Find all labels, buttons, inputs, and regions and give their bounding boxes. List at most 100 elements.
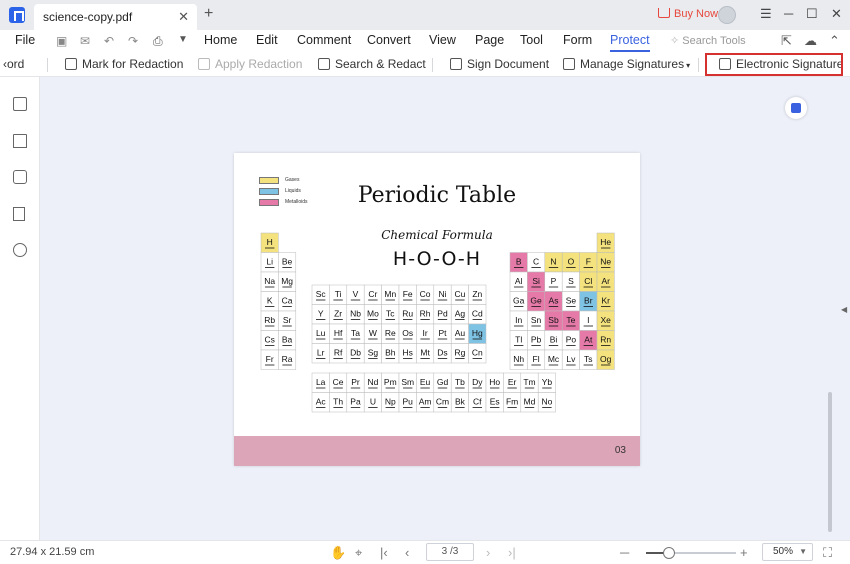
search-redact-button[interactable]: Search & Redact bbox=[318, 57, 426, 71]
menu-comment[interactable]: Comment bbox=[297, 33, 351, 47]
minimize-icon[interactable]: ─ bbox=[784, 6, 793, 21]
zoom-out-icon[interactable]: ─ bbox=[620, 545, 629, 560]
account-icon[interactable]: ☰ bbox=[760, 6, 772, 22]
undo-icon[interactable]: ↶ bbox=[104, 34, 114, 48]
element-cell: Ce bbox=[329, 372, 348, 393]
element-symbol: Ga bbox=[513, 296, 525, 306]
zoom-in-icon[interactable]: + bbox=[740, 545, 748, 560]
expand-right-panel-icon[interactable]: ◀ bbox=[841, 305, 847, 314]
apply-redaction-button[interactable]: Apply Redaction bbox=[198, 57, 302, 71]
menu-file[interactable]: File bbox=[15, 33, 35, 47]
element-symbol: Nb bbox=[350, 309, 361, 319]
element-symbol: Ba bbox=[282, 335, 293, 345]
element-cell: Li bbox=[260, 252, 279, 273]
element-cell: Fe bbox=[398, 284, 417, 305]
cloud-upload-icon[interactable]: ☁ bbox=[804, 33, 817, 49]
close-window-icon[interactable]: ✕ bbox=[831, 6, 842, 22]
element-cell: Nh bbox=[509, 349, 528, 370]
element-symbol: Ar bbox=[601, 276, 610, 286]
print-icon[interactable]: ⎙ bbox=[153, 34, 163, 49]
document-canvas[interactable]: ◀ Gases Liquids Metalloids Periodic Tabl… bbox=[40, 77, 850, 540]
maximize-icon[interactable]: ☐ bbox=[806, 6, 818, 22]
menu-form[interactable]: Form bbox=[563, 33, 592, 47]
element-cell: No bbox=[537, 392, 556, 413]
element-symbol: F bbox=[586, 257, 591, 267]
menu-page[interactable]: Page bbox=[475, 33, 504, 47]
ribbon-scroll-back-button[interactable]: ‹ord bbox=[3, 57, 24, 71]
element-cell: Si bbox=[527, 271, 546, 292]
user-avatar-icon[interactable] bbox=[718, 6, 736, 24]
mark-redaction-icon bbox=[65, 58, 77, 70]
element-cell: Al bbox=[509, 271, 528, 292]
lightbulb-icon: ✧ bbox=[670, 35, 683, 47]
customize-dropdown-icon[interactable]: ▼ bbox=[178, 34, 188, 45]
menu-view[interactable]: View bbox=[429, 33, 456, 47]
element-symbol: Fe bbox=[403, 289, 413, 299]
select-tool-icon[interactable]: ⌖ bbox=[355, 545, 362, 561]
sign-document-button[interactable]: Sign Document bbox=[450, 57, 549, 71]
mark-for-redaction-button[interactable]: Mark for Redaction bbox=[65, 57, 183, 71]
element-symbol: Fl bbox=[533, 354, 540, 364]
next-page-icon[interactable]: › bbox=[486, 545, 490, 560]
element-symbol: Md bbox=[524, 397, 536, 407]
attachment-icon[interactable] bbox=[13, 207, 25, 221]
save-icon[interactable]: ▣ bbox=[56, 34, 67, 48]
first-page-icon[interactable]: |‹ bbox=[380, 545, 388, 560]
menu-tool[interactable]: Tool bbox=[520, 33, 543, 47]
element-cell: Na bbox=[260, 271, 279, 292]
chevron-down-icon: ▼ bbox=[799, 547, 807, 556]
element-symbol: Tm bbox=[523, 377, 535, 387]
element-symbol: Pm bbox=[384, 377, 397, 387]
zoom-slider-thumb[interactable] bbox=[662, 547, 675, 559]
element-symbol: Lv bbox=[566, 354, 576, 364]
mail-icon[interactable]: ✉ bbox=[80, 34, 90, 48]
element-symbol: Cm bbox=[436, 397, 449, 407]
element-cell: Sg bbox=[363, 343, 382, 364]
element-cell: B bbox=[509, 252, 528, 273]
element-cell: Gd bbox=[433, 372, 452, 393]
element-symbol: Np bbox=[385, 397, 396, 407]
element-symbol: Am bbox=[419, 397, 432, 407]
element-cell: Mg bbox=[278, 271, 297, 292]
mark-for-redaction-label: Mark for Redaction bbox=[82, 57, 184, 71]
document-tab[interactable]: science-copy.pdf ✕ bbox=[34, 4, 197, 30]
menu-protect[interactable]: Protect bbox=[610, 33, 650, 47]
element-cell: Nb bbox=[346, 304, 365, 325]
close-tab-icon[interactable]: ✕ bbox=[178, 9, 189, 25]
zoom-slider[interactable] bbox=[646, 547, 736, 559]
comment-icon[interactable] bbox=[13, 170, 27, 184]
vertical-scrollbar[interactable] bbox=[828, 392, 832, 532]
hand-tool-icon[interactable]: ✋ bbox=[330, 545, 346, 561]
element-symbol: Rf bbox=[334, 348, 343, 358]
menu-home[interactable]: Home bbox=[204, 33, 237, 47]
element-symbol: Es bbox=[490, 397, 500, 407]
element-cell: Db bbox=[346, 343, 365, 364]
new-tab-icon[interactable]: + bbox=[204, 5, 213, 23]
pdf-page[interactable]: Gases Liquids Metalloids Periodic Table … bbox=[234, 153, 640, 466]
menu-convert[interactable]: Convert bbox=[367, 33, 411, 47]
sign-document-icon bbox=[450, 58, 462, 70]
redo-icon[interactable]: ↷ bbox=[128, 34, 138, 48]
search-icon[interactable] bbox=[13, 243, 27, 257]
previous-page-icon[interactable]: ‹ bbox=[405, 545, 409, 560]
page-number-input[interactable]: 3 /3 bbox=[426, 543, 474, 561]
buy-now-link[interactable]: Buy Now bbox=[658, 8, 718, 20]
last-page-icon[interactable]: ›| bbox=[508, 545, 516, 560]
share-icon[interactable]: ⇱ bbox=[781, 33, 792, 49]
element-cell: Ds bbox=[433, 343, 452, 364]
bookmark-icon[interactable] bbox=[13, 134, 27, 148]
menu-edit[interactable]: Edit bbox=[256, 33, 278, 47]
element-cell: Fl bbox=[527, 349, 546, 370]
manage-signatures-button[interactable]: Manage Signatures ▾ bbox=[563, 57, 690, 71]
search-tools-input[interactable]: ✧ Search Tools bbox=[670, 34, 746, 47]
element-symbol: U bbox=[370, 397, 376, 407]
collapse-ribbon-icon[interactable]: ⌃ bbox=[829, 33, 840, 49]
zoom-select[interactable]: 50% ▼ bbox=[762, 543, 813, 561]
fit-page-icon[interactable]: ⛶ bbox=[823, 545, 832, 561]
element-cell: Lu bbox=[311, 323, 330, 344]
thumbnails-icon[interactable] bbox=[13, 97, 27, 111]
floating-tool-icon[interactable] bbox=[785, 97, 807, 119]
element-cell: Dy bbox=[468, 372, 487, 393]
element-cell: Zr bbox=[329, 304, 348, 325]
element-cell: Po bbox=[561, 330, 580, 351]
